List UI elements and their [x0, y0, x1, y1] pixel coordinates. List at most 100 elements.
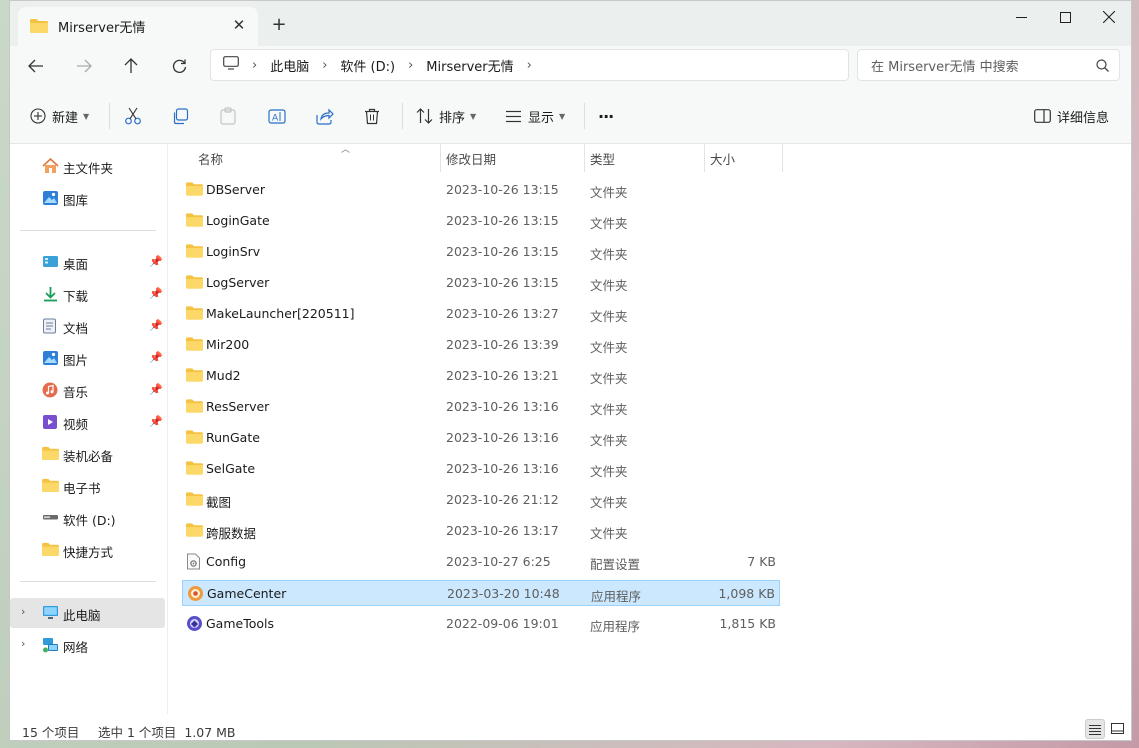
- column-resizer[interactable]: [440, 144, 441, 172]
- copy-button[interactable]: [172, 104, 189, 128]
- file-date: 2023-10-26 13:15: [446, 244, 559, 259]
- sidebar-item-home[interactable]: 主文件夹: [10, 151, 165, 181]
- file-date: 2023-10-27 6:25: [446, 554, 551, 569]
- breadcrumb-mirserver[interactable]: Mirserver无情: [426, 56, 513, 75]
- delete-button[interactable]: [364, 104, 380, 128]
- file-row[interactable]: LoginSrv 2023-10-26 13:15 文件夹: [182, 239, 780, 265]
- sidebar-item-pictures[interactable]: 图片 📌: [10, 343, 165, 373]
- file-row[interactable]: GameTools 2022-09-06 19:01 应用程序 1,815 KB: [182, 611, 780, 637]
- selection-info: 选中 1 个项目 1.07 MB: [98, 725, 236, 740]
- file-row[interactable]: ResServer 2023-10-26 13:16 文件夹: [182, 394, 780, 420]
- column-header-type[interactable]: 类型: [590, 144, 704, 172]
- new-button[interactable]: 新建 ▼: [30, 104, 89, 128]
- file-type: 文件夹: [590, 402, 628, 417]
- sidebar-item-ebooks[interactable]: 电子书: [10, 471, 165, 501]
- file-name: GameTools: [206, 616, 275, 631]
- sidebar-item-videos[interactable]: 视频 📌: [10, 407, 165, 437]
- pin-icon[interactable]: 📌: [149, 383, 163, 396]
- column-resizer[interactable]: [782, 144, 783, 172]
- file-row[interactable]: MakeLauncher[220511] 2023-10-26 13:27 文件夹: [182, 301, 780, 327]
- file-row[interactable]: 截图 2023-10-26 21:12 文件夹: [182, 487, 780, 513]
- more-options-button[interactable]: ···: [598, 104, 614, 128]
- file-type: 文件夹: [590, 216, 628, 231]
- folder-icon: [42, 542, 59, 558]
- details-view-button[interactable]: [1085, 719, 1105, 739]
- paste-button[interactable]: [220, 104, 236, 128]
- file-type: 文件夹: [590, 278, 628, 293]
- folder-icon: [186, 274, 203, 291]
- breadcrumb-drive-d[interactable]: 软件 (D:): [340, 56, 395, 75]
- file-type: 文件夹: [590, 464, 628, 479]
- cut-button[interactable]: [124, 104, 142, 128]
- minimize-button[interactable]: [998, 1, 1044, 33]
- navigation-pane: 主文件夹 图库 桌面 📌 下载 📌 文档 📌 图片 📌 音乐 📌 视频 📌 装机…: [10, 144, 168, 714]
- sort-button[interactable]: 排序 ▼: [416, 104, 476, 128]
- file-row[interactable]: GameCenter 2023-03-20 10:48 应用程序 1,098 KB: [182, 580, 780, 606]
- search-box[interactable]: 在 Mirserver无情 中搜索: [857, 49, 1120, 81]
- column-resizer[interactable]: [704, 144, 705, 172]
- view-button[interactable]: 显示 ▼: [505, 104, 565, 128]
- pin-icon[interactable]: 📌: [149, 415, 163, 428]
- sidebar-item-label: 快捷方式: [63, 545, 114, 560]
- details-pane-button[interactable]: 详细信息: [1034, 104, 1109, 128]
- chevron-right-icon[interactable]: ›: [527, 58, 532, 73]
- file-row[interactable]: SelGate 2023-10-26 13:16 文件夹: [182, 456, 780, 482]
- new-tab-button[interactable]: +: [268, 13, 290, 35]
- sidebar-item-desktop[interactable]: 桌面 📌: [10, 247, 165, 277]
- file-type: 文件夹: [590, 526, 628, 541]
- folder-icon: [186, 181, 203, 198]
- large-icons-view-button[interactable]: [1107, 719, 1127, 739]
- file-name: Config: [206, 554, 247, 569]
- sidebar-item-essentials[interactable]: 装机必备: [10, 439, 165, 469]
- file-row[interactable]: 跨服数据 2023-10-26 13:17 文件夹: [182, 518, 780, 544]
- refresh-button[interactable]: [163, 50, 195, 82]
- address-bar[interactable]: › 此电脑 › 软件 (D:) › Mirserver无情 ›: [210, 49, 849, 81]
- file-row[interactable]: Config 2023-10-27 6:25 配置设置 7 KB: [182, 549, 780, 575]
- trash-icon: [365, 108, 379, 124]
- tab-mirserver[interactable]: Mirserver无情 ✕: [18, 7, 258, 46]
- pin-icon[interactable]: 📌: [149, 287, 163, 300]
- file-row[interactable]: DBServer 2023-10-26 13:15 文件夹: [182, 177, 780, 203]
- column-header-name[interactable]: 名称 ︿: [198, 144, 440, 172]
- folder-icon: [186, 305, 203, 322]
- file-row[interactable]: Mud2 2023-10-26 13:21 文件夹: [182, 363, 780, 389]
- pin-icon[interactable]: 📌: [149, 255, 163, 268]
- chevron-right-icon[interactable]: ›: [21, 605, 25, 618]
- pin-icon[interactable]: 📌: [149, 319, 163, 332]
- chevron-right-icon[interactable]: ›: [21, 637, 25, 650]
- file-size: 1,098 KB: [718, 586, 775, 601]
- breadcrumb-this-pc[interactable]: 此电脑: [270, 56, 309, 75]
- search-input[interactable]: 在 Mirserver无情 中搜索: [871, 56, 1019, 75]
- sidebar-item-shortcuts[interactable]: 快捷方式: [10, 535, 165, 565]
- back-button[interactable]: [20, 50, 52, 82]
- file-row[interactable]: Mir200 2023-10-26 13:39 文件夹: [182, 332, 780, 358]
- column-resizer[interactable]: [584, 144, 585, 172]
- sidebar-item-downloads[interactable]: 下载 📌: [10, 279, 165, 309]
- sidebar-item-documents[interactable]: 文档 📌: [10, 311, 165, 341]
- item-count: 15 个项目: [22, 725, 80, 740]
- file-row[interactable]: RunGate 2023-10-26 13:16 文件夹: [182, 425, 780, 451]
- desktop-icon: [42, 254, 59, 270]
- sidebar-item-music[interactable]: 音乐 📌: [10, 375, 165, 405]
- share-button[interactable]: [316, 104, 334, 128]
- file-date: 2023-10-26 13:16: [446, 430, 559, 445]
- sidebar-item-gallery[interactable]: 图库: [10, 183, 165, 213]
- pin-icon[interactable]: 📌: [149, 351, 163, 364]
- column-header-size[interactable]: 大小: [710, 144, 782, 172]
- maximize-button[interactable]: [1042, 1, 1088, 33]
- close-window-button[interactable]: [1086, 1, 1131, 33]
- forward-button[interactable]: [68, 50, 100, 82]
- file-type: 文件夹: [590, 185, 628, 200]
- svg-text:A: A: [272, 113, 279, 123]
- close-tab-icon[interactable]: ✕: [230, 16, 248, 34]
- file-row[interactable]: LogServer 2023-10-26 13:15 文件夹: [182, 270, 780, 296]
- tab-bar: Mirserver无情 ✕ +: [10, 1, 1131, 46]
- sidebar-item-this-pc[interactable]: › 此电脑: [10, 598, 165, 628]
- sidebar-item-network[interactable]: › 网络: [10, 630, 165, 660]
- chevron-down-icon: ▼: [559, 111, 566, 121]
- sidebar-item-drive-d[interactable]: 软件 (D:): [10, 503, 165, 533]
- file-row[interactable]: LoginGate 2023-10-26 13:15 文件夹: [182, 208, 780, 234]
- up-button[interactable]: [115, 50, 147, 82]
- rename-button[interactable]: A: [268, 104, 286, 128]
- column-header-date[interactable]: 修改日期: [446, 144, 584, 172]
